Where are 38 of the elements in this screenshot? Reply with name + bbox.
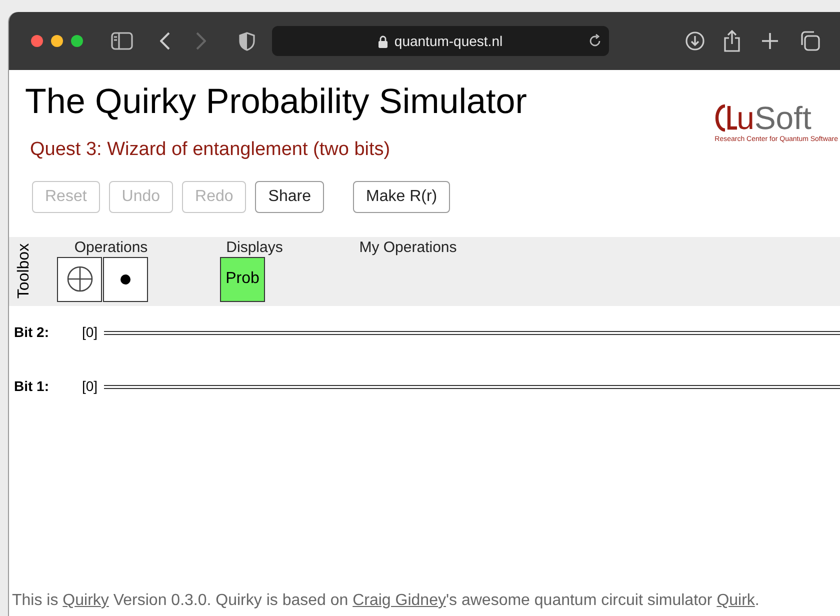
- plus-icon[interactable]: [762, 33, 778, 49]
- maximize-button[interactable]: [71, 35, 83, 47]
- reload-icon[interactable]: [588, 34, 602, 48]
- toolbar-button[interactable]: Make R(r): [353, 180, 450, 212]
- share-icon[interactable]: [723, 30, 741, 52]
- footer-link[interactable]: Craig Gidney: [352, 592, 446, 609]
- footer-link[interactable]: Quirky: [62, 592, 109, 609]
- toolbar-button[interactable]: Share: [255, 180, 324, 212]
- wire-value: [0]: [82, 323, 99, 342]
- xor-gate[interactable]: [57, 256, 102, 302]
- dot-icon: [120, 274, 131, 284]
- control-gate[interactable]: [103, 256, 148, 302]
- toolbox-label: Toolbox: [15, 243, 34, 299]
- quest-title: Quest 3: Wizard of entanglement (two bits): [30, 138, 392, 162]
- lock-icon: [378, 34, 388, 48]
- logo-text: Soft: [754, 102, 812, 134]
- wire-label: Bit 1:: [14, 377, 50, 396]
- footer-link[interactable]: Quirk: [716, 592, 755, 609]
- section-title: Displays: [225, 238, 284, 256]
- tabs-icon[interactable]: [800, 31, 820, 51]
- minimize-button[interactable]: [51, 35, 63, 47]
- close-button[interactable]: [31, 35, 43, 47]
- page-title: The Quirky Probability Simulator: [25, 81, 527, 123]
- logo-mark-icon: [714, 103, 737, 133]
- wire-value: [0]: [82, 377, 99, 396]
- section-title: My Operations: [358, 238, 458, 256]
- section-title: Operations: [73, 238, 149, 256]
- footer-text: This is Quirky Version 0.3.0. Quirky is based on Craig Gidney's awesome quantum circuit simulator Quirk.: [12, 591, 760, 611]
- back-icon[interactable]: [160, 32, 170, 50]
- url-text: quantum-quest.nl: [394, 32, 503, 51]
- sidebar-icon[interactable]: [111, 32, 133, 50]
- address-bar[interactable]: quantum-quest.nl: [272, 26, 609, 56]
- probability-display-gate[interactable]: Prob: [220, 256, 265, 302]
- download-icon[interactable]: [685, 31, 705, 51]
- shield-icon[interactable]: [239, 32, 255, 50]
- wire-label: Bit 2:: [14, 323, 50, 342]
- circle-plus-icon: [66, 266, 92, 292]
- logo-text-accent: u: [736, 102, 754, 134]
